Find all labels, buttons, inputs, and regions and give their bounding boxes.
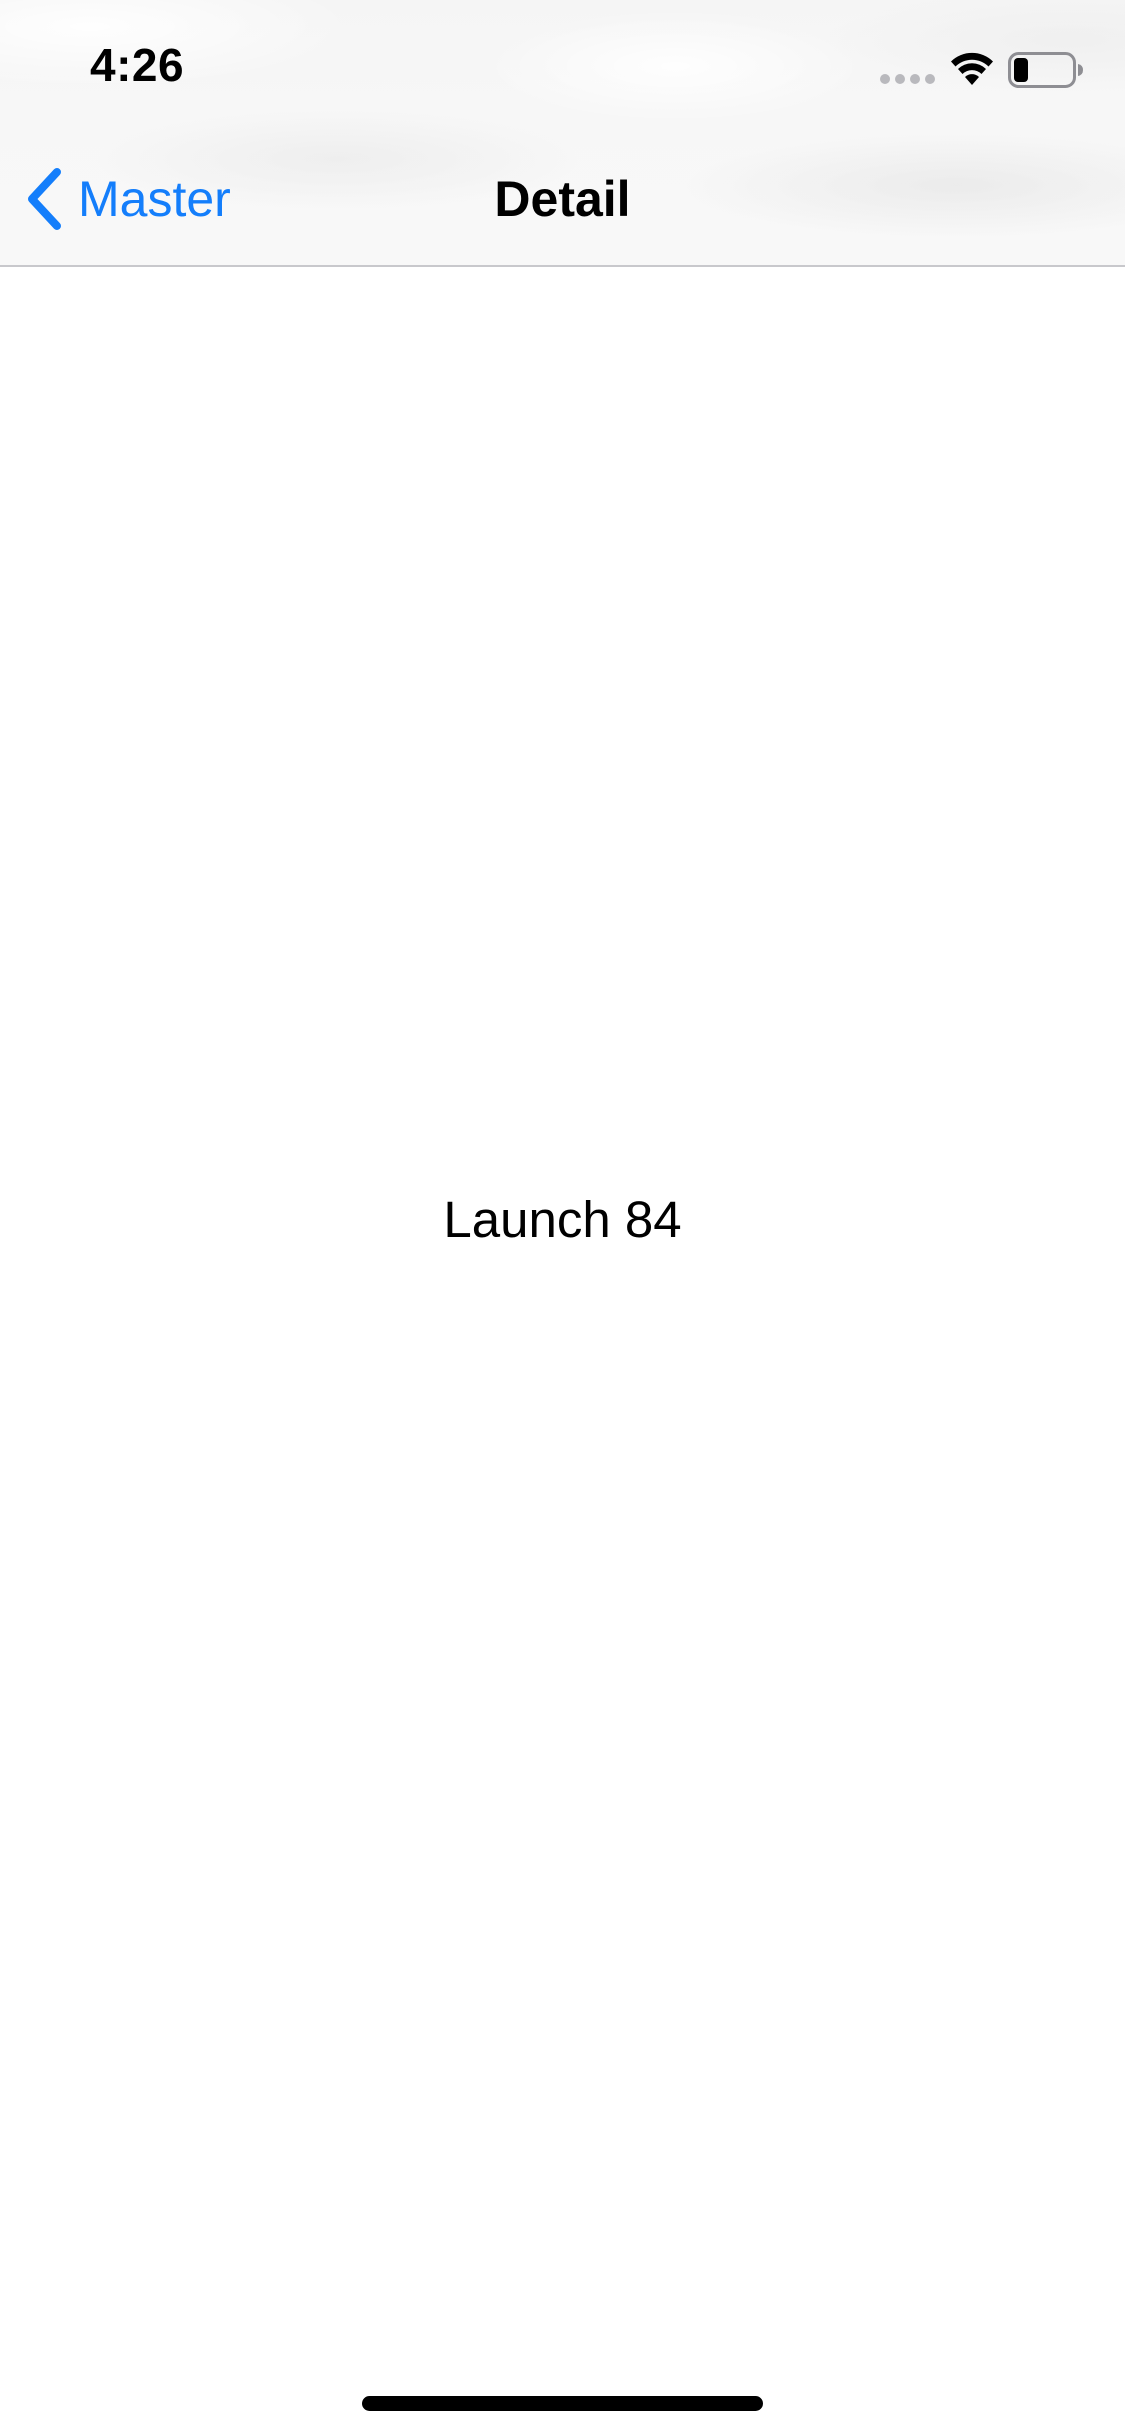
status-bar: 4:26 — [0, 0, 1125, 132]
navigation-bar: Master Detail — [0, 132, 1125, 265]
page-title: Detail — [494, 171, 631, 227]
battery-icon — [1008, 52, 1083, 88]
home-indicator[interactable] — [362, 2396, 763, 2411]
status-time: 4:26 — [90, 39, 185, 91]
detail-description-label: Launch 84 — [443, 1191, 682, 1248]
detail-screen: 4:26 Master Detail Launch 84 — [0, 0, 1125, 2436]
cellular-signal-icon — [880, 74, 936, 86]
wifi-icon — [951, 52, 993, 85]
top-chrome: 4:26 Master Detail — [0, 0, 1125, 267]
